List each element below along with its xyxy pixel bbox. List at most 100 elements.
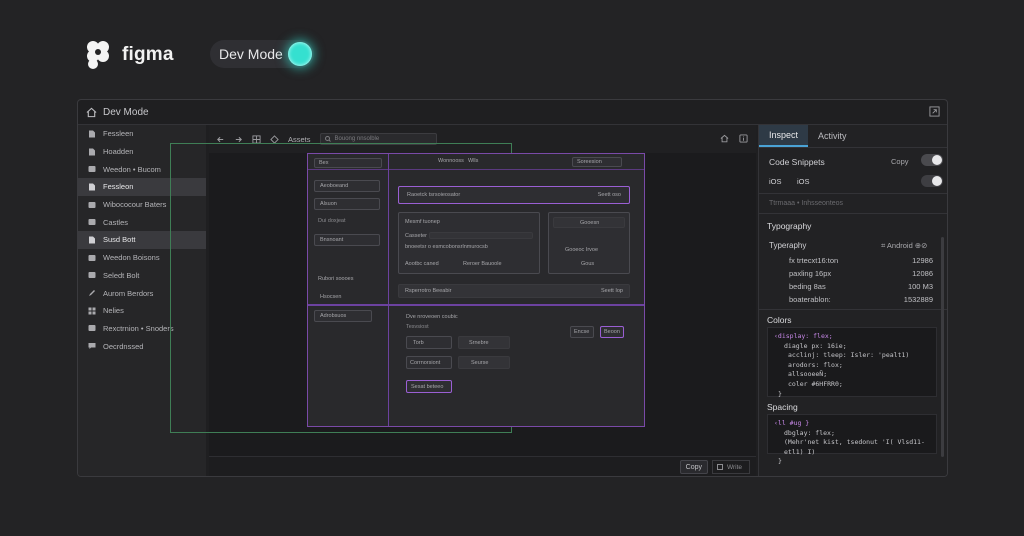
code-line: allsooeeÑ;	[788, 370, 828, 379]
typography-platform[interactable]: ⌗ Android ⊕⊘	[881, 241, 927, 251]
frame-icon	[88, 254, 96, 261]
inspect-tabs: Inspect Activity	[759, 125, 947, 148]
mock-topbar-button-label: Soreesion	[577, 159, 602, 165]
mock-sidebar-item[interactable]: Bnsnoant	[314, 234, 380, 246]
code-line: arodors: flox;	[788, 360, 843, 369]
mock-card-foot: Gous	[581, 261, 595, 267]
file-icon	[89, 148, 95, 156]
typography-label: Typeraphy	[769, 241, 807, 250]
mock-search[interactable]: Bex	[314, 158, 382, 168]
mock-button[interactable]: Encse	[570, 326, 594, 338]
file-icon	[89, 183, 95, 191]
typography-prop: beding 8as	[789, 282, 826, 291]
design-frame[interactable]: Bex Aeoboeand Alsuon Dui doxjeat Bnsnoan…	[307, 153, 645, 427]
mock-grid-label: Corrnorsiont	[410, 360, 441, 366]
typography-value: 1532889	[903, 295, 933, 304]
search-icon	[324, 136, 331, 142]
typography-row: paxling 16px 12086	[789, 269, 933, 278]
typography-value: 100 M3	[907, 282, 933, 291]
brand-name: figma	[122, 44, 174, 65]
mock-bar-title: Rsperrotro Beeabir	[405, 288, 452, 294]
mock-grid-item[interactable]: Seurse	[458, 356, 510, 369]
typography-value: 12986	[912, 256, 933, 265]
mock-card-header[interactable]: Gooesn	[553, 217, 625, 228]
layer-item[interactable]: Fessleen	[78, 125, 206, 143]
copy-button[interactable]: Copy	[679, 460, 708, 474]
code-line: acclinj: tleep: Isler: 'pealt1)	[788, 351, 910, 360]
mock-bar[interactable]: Rsperrotro Beeabir Seett Iop	[398, 284, 630, 298]
expand-icon[interactable]	[929, 106, 940, 117]
canvas-area[interactable]: Assets Bouong nnsolble Bex Aeoboeand Als…	[170, 125, 756, 476]
code-line: }	[778, 457, 782, 466]
colors-code-block[interactable]: ‹display: flex; diagle px: 16ie; acclinj…	[767, 327, 937, 398]
home-icon[interactable]	[86, 107, 97, 118]
mock-list-sub: Tesvsiost	[406, 324, 429, 330]
mock-topbar-item: Wonnooss	[438, 158, 464, 164]
mock-sidebar-item[interactable]: Adrobsuos	[314, 310, 372, 322]
home-icon[interactable]	[720, 134, 729, 143]
code-snippets-toggle[interactable]	[921, 154, 943, 166]
copy-label: Copy	[685, 463, 702, 471]
mock-footer-button[interactable]: Sesat beteeo	[406, 380, 452, 393]
typography-row: boaterablon: 1532889	[789, 295, 933, 304]
mock-grid-label: Torb	[413, 340, 424, 346]
divider	[759, 309, 947, 310]
faded-text: Ttrmaaa • Inhsseonteos	[769, 200, 844, 207]
code-snippets-label: Code Snippets	[769, 157, 825, 167]
spacing-code-block[interactable]: ‹ll #ug } dbglay: flex; (Mehr'net kist, …	[767, 414, 937, 465]
mock-form-hint: bnoeetsr o esmcobonsrlnmurocsb	[405, 244, 488, 250]
toolbar-right	[720, 134, 748, 143]
divider	[759, 213, 947, 214]
inspect-panel: Inspect Activity Code Snippets Copy iOS …	[758, 125, 947, 476]
platform-ios[interactable]: iOS	[769, 177, 782, 186]
typography-prop: fx trtecxt16:ton	[789, 256, 839, 265]
typography-row: fx trtecxt16:ton 12986	[789, 256, 933, 265]
mock-sidebar-label: Hsocsen	[320, 294, 342, 300]
mock-form-input[interactable]	[429, 232, 533, 239]
mock-sidebar-item[interactable]: Aeoboeand	[314, 180, 380, 192]
write-button[interactable]: Write	[712, 460, 750, 474]
mock-button[interactable]: Beoon	[600, 326, 624, 338]
mock-grid-label: Seurse	[471, 360, 489, 366]
platform-toggle[interactable]	[921, 175, 943, 187]
layer-label: Castles	[103, 217, 129, 227]
file-icon	[89, 236, 95, 244]
mock-banner[interactable]: Raoetck tsrsoieosator Seett oso	[398, 186, 630, 204]
code-line: ‹display: flex;	[774, 332, 833, 340]
mock-sidebar-label: Adrobsuos	[320, 313, 347, 319]
info-icon[interactable]	[739, 134, 748, 143]
mock-grid-item[interactable]: Srnebre	[458, 336, 510, 349]
grid-icon	[88, 307, 96, 315]
mock-bar-action: Seett Iop	[600, 288, 623, 294]
mock-grid-item[interactable]: Corrnorsiont	[406, 356, 452, 369]
code-line: coler #6HFRR0;	[788, 379, 843, 388]
search-placeholder: Bouong nnsolble	[334, 136, 380, 142]
frame-icon	[88, 325, 96, 332]
mock-form-footer: Reroer Bauoole	[463, 261, 502, 267]
code-line: }	[778, 389, 782, 398]
tab-activity[interactable]: Activity	[808, 125, 857, 147]
dev-mode-toggle[interactable]: Dev Mode	[210, 40, 314, 68]
mock-topbar-button[interactable]: Soreesion	[572, 157, 622, 167]
tab-inspect[interactable]: Inspect	[759, 125, 809, 147]
platform-ios[interactable]: iOS	[797, 177, 810, 186]
frame-icon	[88, 166, 96, 173]
brand: figma	[84, 40, 174, 70]
typography-prop: paxling 16px	[789, 269, 832, 278]
file-icon	[89, 130, 95, 138]
pen-icon	[89, 290, 95, 297]
figma-logo-icon	[87, 41, 109, 69]
code-line: dbglay: flex;	[784, 428, 835, 437]
window-title: Dev Mode	[103, 106, 149, 118]
mock-button-label: Encse	[574, 329, 590, 335]
mock-grid-item[interactable]: Torb	[406, 336, 452, 349]
mock-card-text: Gooeoc Irvoe	[565, 247, 599, 253]
layer-label: Weedon Boisons	[103, 253, 160, 263]
mock-button-label: Beoon	[604, 329, 620, 335]
mock-form-card: Mesmf tuonep Casseter bnoeetsr o esmcobo…	[398, 212, 540, 274]
mock-banner-action: Seett oso	[597, 192, 621, 198]
layer-label: Nelies	[103, 306, 124, 316]
mock-sidebar-item[interactable]: Alsuon	[314, 198, 380, 210]
mock-card: Gooesn Gooeoc Irvoe Gous	[548, 212, 630, 274]
inspect-scrollbar[interactable]	[941, 237, 944, 457]
